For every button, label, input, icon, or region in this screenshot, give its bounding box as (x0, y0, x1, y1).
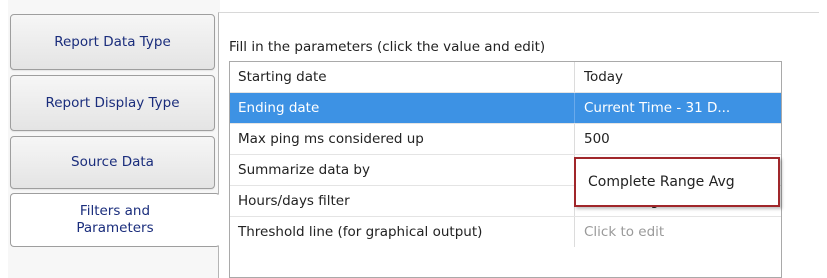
nav-button-report-data-type[interactable]: Report Data Type (10, 14, 215, 70)
nav-button-label: Report Display Type (45, 94, 180, 111)
instructions-text: Fill in the parameters (click the value … (229, 39, 546, 55)
nav-button-label: Filters and Parameters (76, 203, 154, 236)
param-value[interactable]: Current Time - 31 D... (584, 93, 779, 123)
nav-button-report-display-type[interactable]: Report Display Type (10, 75, 215, 131)
param-value-placeholder[interactable]: Click to edit (584, 217, 779, 247)
param-value[interactable]: Today (584, 62, 779, 92)
param-value[interactable]: 500 (584, 124, 779, 154)
parameters-panel: Fill in the parameters (click the value … (218, 12, 819, 278)
nav-button-source-data[interactable]: Source Data (10, 136, 215, 189)
param-name: Max ping ms considered up (238, 131, 424, 147)
column-divider (574, 217, 575, 247)
param-name: Summarize data by (238, 162, 370, 178)
param-name: Hours/days filter (238, 193, 350, 209)
param-row-threshold-line[interactable]: Threshold line (for graphical output) Cl… (230, 217, 781, 247)
param-name: Ending date (238, 100, 320, 116)
nav-button-label: Report Data Type (54, 33, 171, 50)
param-row-starting-date[interactable]: Starting date Today (230, 62, 781, 93)
param-row-max-ping[interactable]: Max ping ms considered up 500 (230, 124, 781, 155)
column-divider (574, 62, 575, 92)
report-wizard: Report Data Type Report Display Type Sou… (0, 0, 827, 278)
summarize-value-text: Complete Range Avg (588, 174, 735, 190)
param-name: Threshold line (for graphical output) (238, 224, 483, 240)
nav-button-label: Source Data (71, 154, 154, 170)
nav-button-filters-and-parameters[interactable]: Filters and Parameters (10, 193, 220, 247)
param-row-ending-date[interactable]: Ending date Current Time - 31 D... (230, 93, 781, 124)
param-name: Starting date (238, 69, 327, 85)
summarize-value-editor[interactable]: Complete Range Avg (574, 157, 780, 207)
column-divider (574, 93, 575, 123)
column-divider (574, 124, 575, 154)
